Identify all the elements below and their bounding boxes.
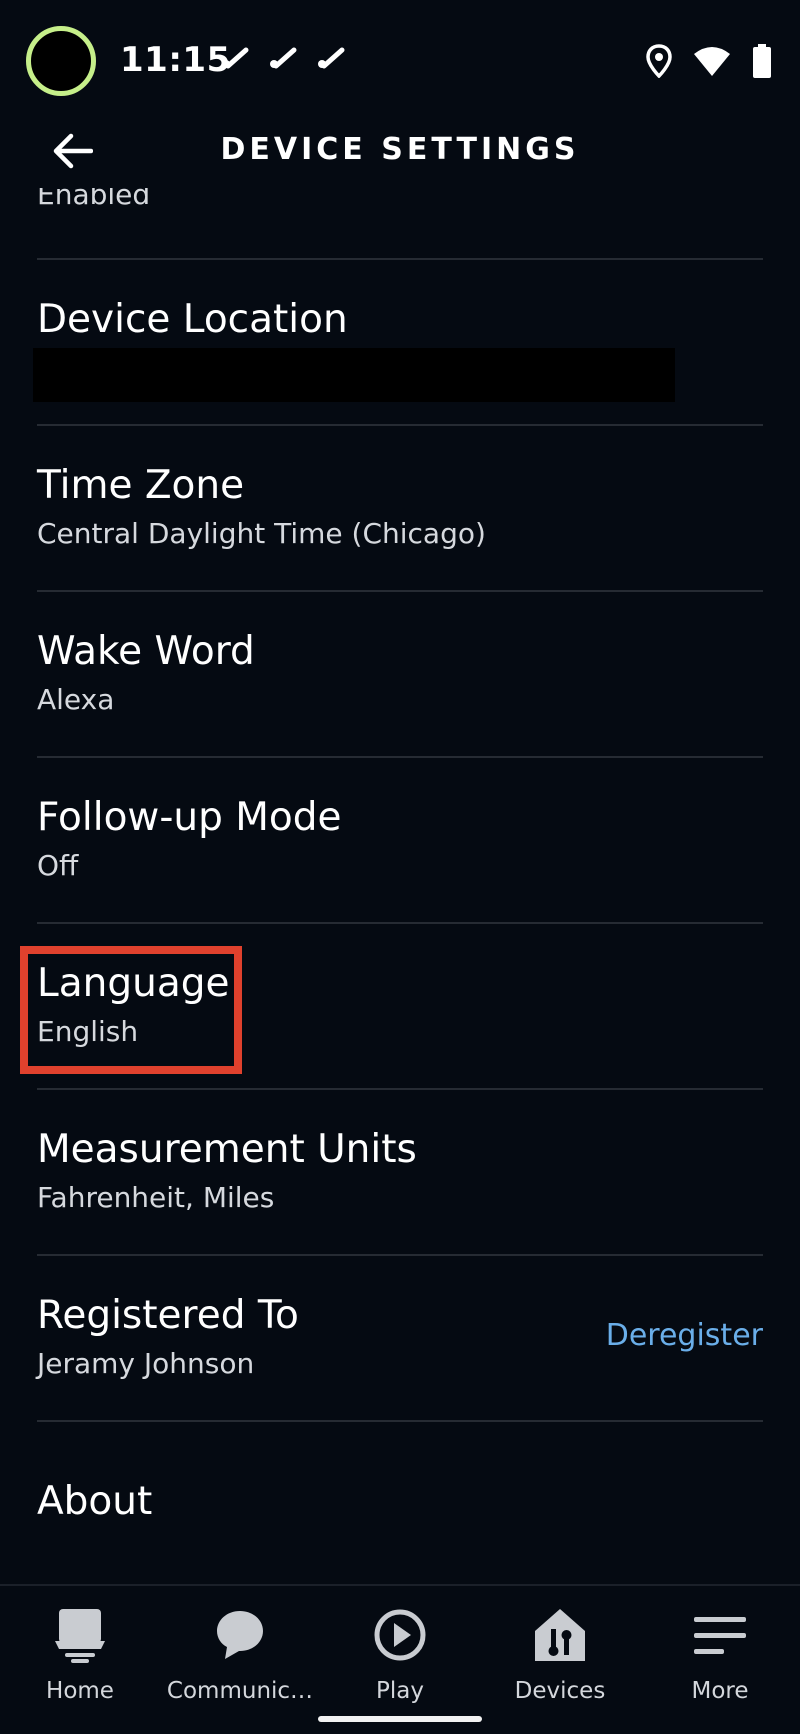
home-indicator[interactable] [318, 1716, 482, 1722]
bottom-nav: Home Communic… Play Devices More [0, 1584, 800, 1734]
setting-wake-word[interactable]: Wake Word Alexa [37, 628, 763, 718]
nav-home[interactable]: Home [0, 1604, 160, 1704]
setting-value: Jeramy Johnson [37, 1347, 255, 1380]
setting-title: Measurement Units [37, 1127, 417, 1172]
highlight-box [20, 946, 242, 1074]
notification-icons [218, 44, 348, 78]
setting-time-zone[interactable]: Time Zone Central Daylight Time (Chicago… [37, 462, 763, 552]
divider [37, 258, 763, 260]
play-icon [374, 1609, 426, 1661]
nav-communicate[interactable]: Communic… [160, 1604, 320, 1704]
partial-setting-value: Enabled [37, 188, 151, 211]
setting-follow-up-mode[interactable]: Follow-up Mode Off [37, 794, 763, 884]
nav-label: More [691, 1678, 749, 1704]
missed-call-icon [222, 47, 249, 69]
menu-icon [694, 1617, 746, 1654]
setting-registered-to: Registered To Jeramy Johnson [37, 1292, 597, 1382]
setting-title: Registered To [37, 1293, 299, 1338]
nav-play[interactable]: Play [320, 1604, 480, 1704]
setting-device-location[interactable]: Device Location [33, 296, 763, 402]
divider [37, 1254, 763, 1256]
assistant-indicator-icon [26, 26, 96, 96]
nav-label: Communic… [166, 1678, 314, 1704]
wifi-icon [694, 47, 730, 76]
setting-about[interactable]: About [37, 1478, 763, 1526]
setting-measurement-units[interactable]: Measurement Units Fahrenheit, Miles [37, 1126, 763, 1216]
setting-title: Wake Word [37, 629, 255, 674]
missed-call-icon [270, 47, 297, 69]
setting-value: Fahrenheit, Miles [37, 1181, 275, 1214]
devices-icon [535, 1609, 585, 1661]
nav-more[interactable]: More [640, 1604, 800, 1704]
setting-title: Time Zone [37, 463, 245, 508]
setting-title: About [37, 1479, 153, 1524]
nav-label: Devices [514, 1678, 606, 1704]
divider [37, 1088, 763, 1090]
nav-devices[interactable]: Devices [480, 1604, 640, 1704]
page-title: DEVICE SETTINGS [220, 132, 580, 167]
missed-call-icon [318, 47, 345, 69]
status-time: 11:15 [120, 40, 231, 80]
redacted-location [33, 348, 675, 402]
divider [37, 1420, 763, 1422]
divider [37, 424, 763, 426]
nav-label: Home [46, 1678, 114, 1704]
divider [37, 590, 763, 592]
system-icons [646, 44, 772, 78]
divider [37, 922, 763, 924]
divider [37, 756, 763, 758]
chat-bubble-icon [217, 1611, 263, 1659]
battery-icon [753, 44, 771, 78]
setting-value: Alexa [37, 683, 115, 716]
setting-title: Device Location [37, 297, 348, 342]
header: DEVICE SETTINGS [0, 110, 800, 190]
location-icon [646, 44, 672, 78]
setting-title: Follow-up Mode [37, 795, 342, 840]
home-icon [55, 1609, 105, 1663]
setting-value: Off [37, 849, 79, 882]
setting-value: Central Daylight Time (Chicago) [37, 517, 486, 550]
status-bar: 11:15 [0, 0, 800, 120]
nav-label: Play [376, 1678, 424, 1704]
deregister-link[interactable]: Deregister [606, 1318, 763, 1353]
